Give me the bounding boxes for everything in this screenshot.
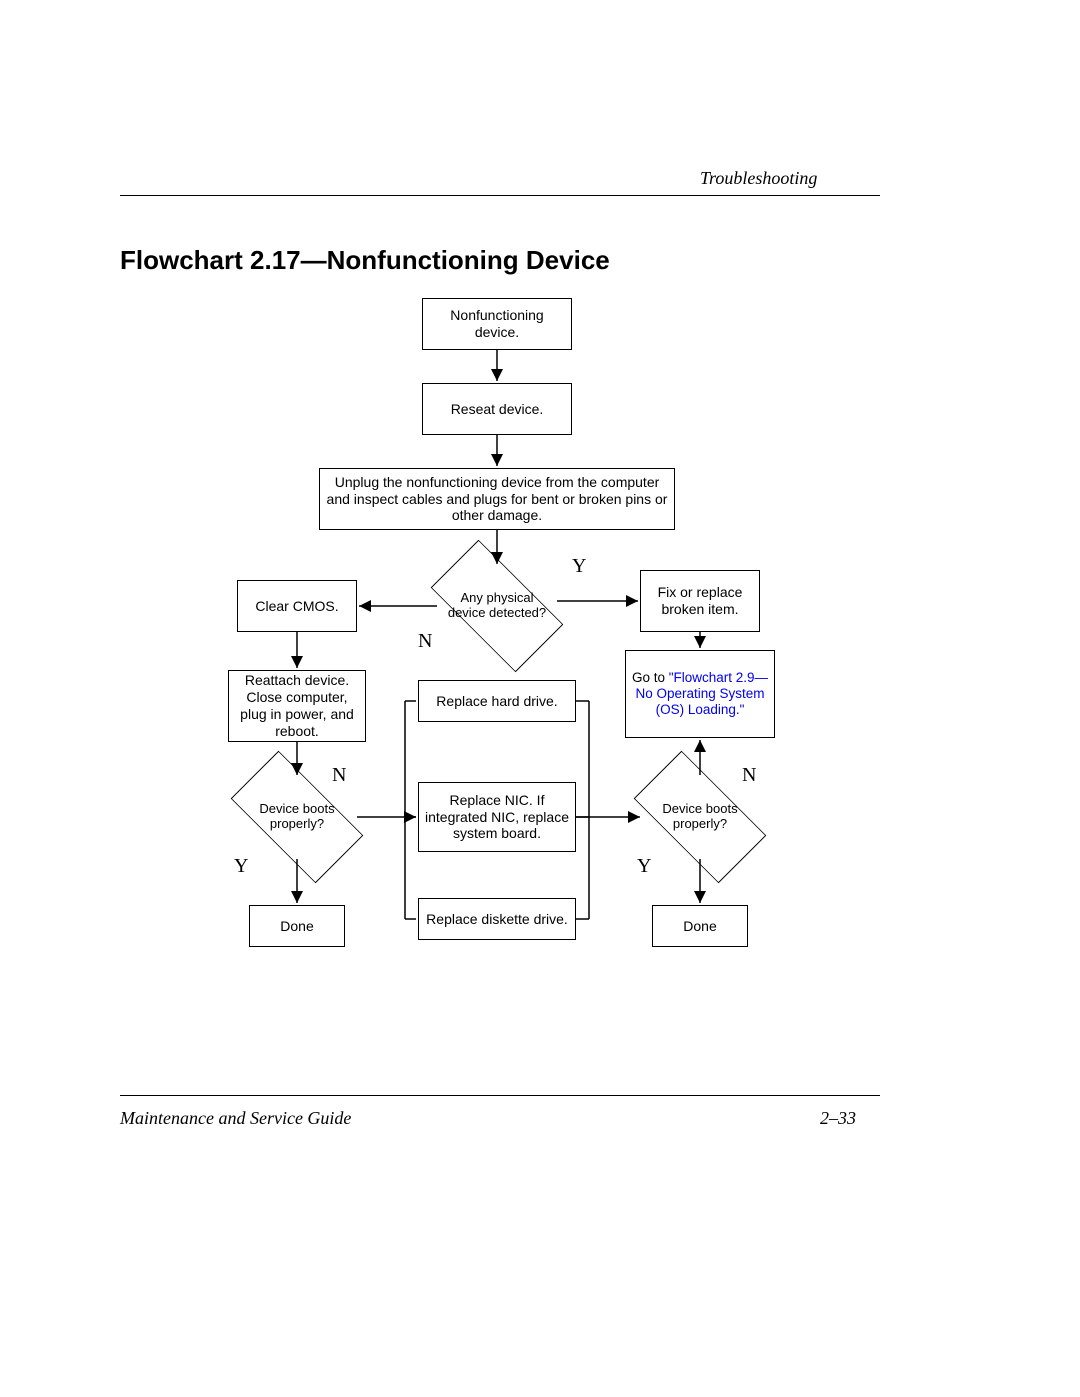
node-fix-replace: Fix or replace broken item. (640, 570, 760, 632)
label-y-boots-right: Y (637, 855, 651, 878)
label-n-boots-right: N (742, 764, 756, 787)
label-y-boots-left: Y (234, 855, 248, 878)
header-section: Troubleshooting (700, 168, 817, 189)
rule-top (120, 195, 880, 196)
label-n-physical: N (418, 630, 432, 653)
page-title: Flowchart 2.17—Nonfunctioning Device (120, 245, 610, 276)
node-done-right: Done (652, 905, 748, 947)
footer-right: 2–33 (820, 1108, 856, 1129)
node-replace-disk: Replace diskette drive. (418, 898, 576, 940)
node-clear-cmos: Clear CMOS. (237, 580, 357, 632)
node-any-physical: Any physical device detected? (437, 561, 557, 651)
label-n-boots-left: N (332, 764, 346, 787)
node-done-left: Done (249, 905, 345, 947)
node-replace-nic: Replace NIC. If integrated NIC, replace … (418, 782, 576, 852)
rule-bottom (120, 1095, 880, 1096)
node-any-physical-text: Any physical device detected? (437, 561, 557, 651)
node-replace-hd: Replace hard drive. (418, 680, 576, 722)
node-reseat: Reseat device. (422, 383, 572, 435)
node-reattach: Reattach device. Close computer, plug in… (228, 670, 366, 742)
node-goto: Go to "Flowchart 2.9—No Operating System… (625, 650, 775, 738)
node-start: Nonfunctioning device. (422, 298, 572, 350)
node-unplug: Unplug the nonfunctioning device from th… (319, 468, 675, 530)
footer-left: Maintenance and Service Guide (120, 1108, 351, 1129)
goto-prefix: Go to (632, 670, 669, 685)
label-y-physical: Y (572, 555, 586, 578)
